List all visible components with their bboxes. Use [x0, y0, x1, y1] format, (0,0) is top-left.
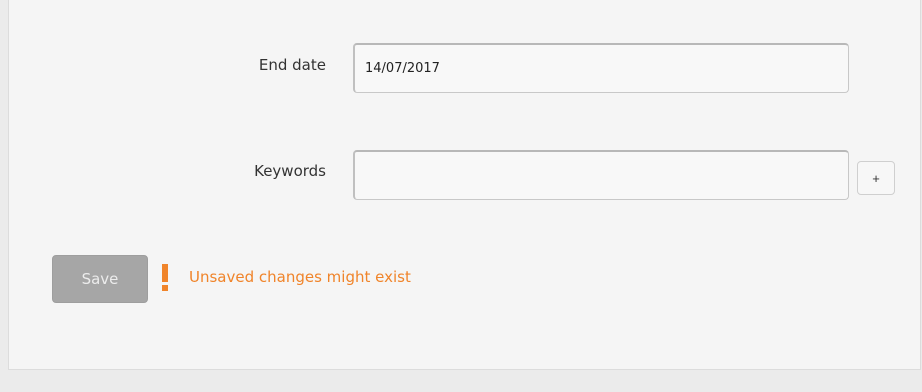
add-keyword-button[interactable]: + — [857, 161, 895, 195]
exclamation-icon — [162, 264, 168, 291]
keywords-input[interactable] — [353, 150, 849, 200]
form-panel: End date Keywords + Save Unsaved changes… — [8, 0, 921, 370]
end-date-label: End date — [258, 56, 326, 74]
save-button[interactable]: Save — [52, 255, 148, 303]
end-date-input[interactable] — [353, 43, 849, 93]
keywords-label: Keywords — [254, 162, 326, 180]
unsaved-changes-warning: Unsaved changes might exist — [189, 268, 411, 286]
